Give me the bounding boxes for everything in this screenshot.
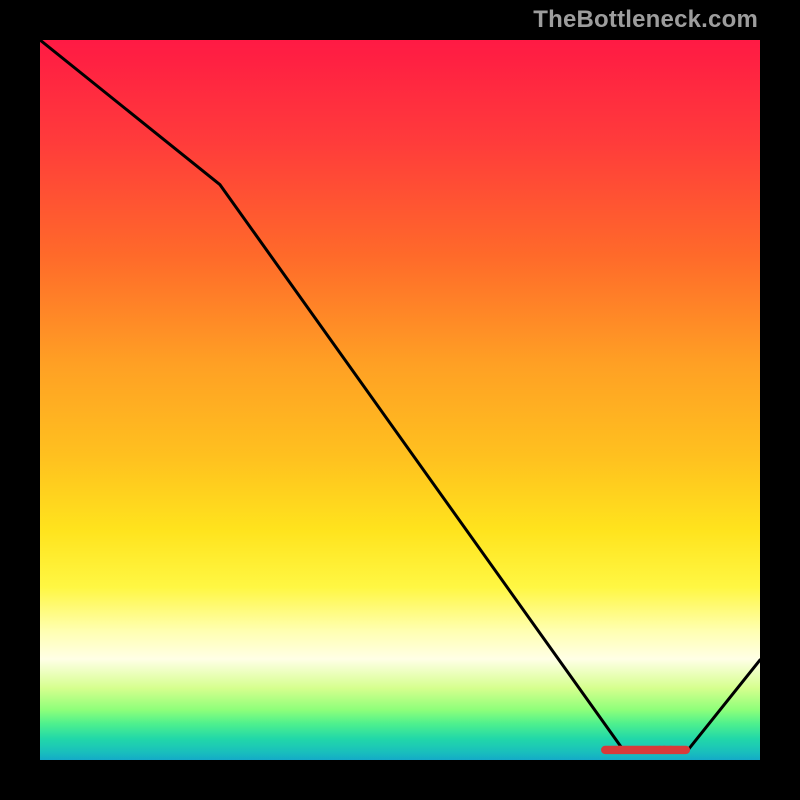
plot-area: [40, 40, 760, 760]
chart-frame: TheBottleneck.com: [0, 0, 800, 800]
chart-line-layer: [40, 40, 760, 760]
attribution-text: TheBottleneck.com: [533, 6, 758, 34]
main-line: [40, 40, 760, 750]
